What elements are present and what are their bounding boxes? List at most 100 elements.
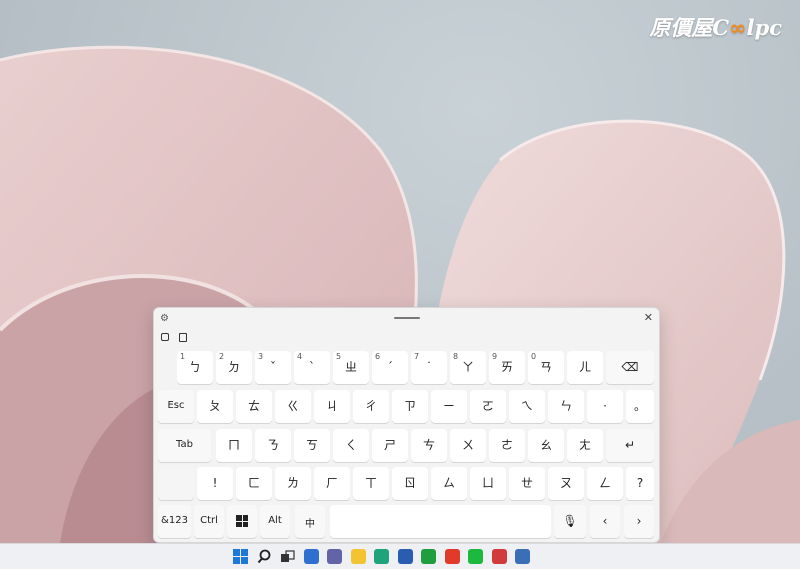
line-app-icon[interactable]	[468, 549, 483, 564]
touch-keyboard: ⚙ ✕ 1 ㄅ 2 ㄉ 3 ˇ 4 ˋ 5 ㄓ 6 ˊ 7 ˙ 8 ㄚ 9 ㄞ 0 ㄢㄦ ⌫ Esc ㄆ ㄊ ㄍ ㄐ ㄔ ㄗ ㄧ ㄛ ㄟ ㄣ ·…	[153, 307, 660, 543]
key-kperiod[interactable]: ㄡ	[548, 467, 584, 500]
key-kn[interactable]: ㄙ	[431, 467, 467, 500]
key-kspace[interactable]	[330, 505, 551, 538]
key-k5[interactable]: 5ㄓ	[333, 351, 369, 384]
key-kq[interactable]: ㄆ	[197, 390, 233, 423]
key-kquest[interactable]: ?	[626, 467, 654, 500]
key-k6[interactable]: 6ˊ	[372, 351, 408, 384]
key-kv[interactable]: ㄒ	[353, 467, 389, 500]
key-kl[interactable]: ㄠ	[528, 429, 564, 462]
key-kime[interactable]: 中	[295, 505, 325, 538]
key-kp[interactable]: ㄣ	[548, 390, 584, 423]
key-kwin[interactable]	[227, 505, 257, 538]
key-kminus[interactable]: ㄦ	[567, 351, 603, 384]
key-ka[interactable]: ㄇ	[216, 429, 252, 462]
key-kctrl[interactable]: Ctrl	[194, 505, 224, 538]
key-label: ㄜ	[500, 438, 513, 452]
key-kleft[interactable]: ‹	[590, 505, 620, 538]
key-label: ‹	[602, 514, 608, 528]
key-kexcl[interactable]: !	[197, 467, 233, 500]
key-k9[interactable]: 9ㄞ	[489, 351, 525, 384]
key-kr[interactable]: ㄐ	[314, 390, 350, 423]
key-kk[interactable]: ㄜ	[489, 429, 525, 462]
key-k2[interactable]: 2ㄉ	[216, 351, 252, 384]
watermark-text-lpc: lpc	[746, 15, 782, 40]
widgets-icon[interactable]	[303, 549, 319, 564]
keyboard-sticker-icon[interactable]	[161, 333, 169, 341]
key-label: ㄝ	[520, 476, 533, 490]
key-k8[interactable]: 8ㄚ	[450, 351, 486, 384]
key-kback[interactable]: ⌫	[606, 351, 654, 384]
key-kmic[interactable]: 🎙	[554, 505, 586, 538]
key-k0[interactable]: 0ㄢ	[528, 351, 564, 384]
key-km[interactable]: ㄩ	[470, 467, 506, 500]
key-label: Esc	[167, 400, 185, 411]
record-app-icon[interactable]	[491, 549, 507, 564]
key-kf[interactable]: ㄑ	[333, 429, 369, 462]
key-kc[interactable]: ㄏ	[314, 467, 350, 500]
key-label: ㄋ	[266, 438, 279, 452]
key-klb[interactable]: ·	[587, 390, 623, 423]
key-kt[interactable]: ㄔ	[353, 390, 389, 423]
key-kalt[interactable]: Alt	[260, 505, 290, 538]
key-label: ㄎ	[305, 438, 318, 452]
key-label: ·	[603, 399, 607, 413]
key-label: ㄛ	[481, 399, 494, 413]
file-explorer-icon[interactable]	[350, 549, 366, 564]
key-kh[interactable]: ㄘ	[411, 429, 447, 462]
key-ks[interactable]: ㄋ	[255, 429, 291, 462]
key-kj[interactable]: ㄨ	[450, 429, 486, 462]
key-ki[interactable]: ㄛ	[470, 390, 506, 423]
xbox-icon[interactable]	[421, 549, 436, 564]
key-krb[interactable]: 。	[626, 390, 654, 423]
key-label: ㄞ	[500, 360, 513, 374]
key-label: Alt	[268, 515, 282, 526]
key-label: 。	[633, 399, 646, 413]
key-label: ㄦ	[578, 360, 591, 374]
edge-icon[interactable]	[374, 549, 389, 564]
chat-icon[interactable]	[327, 549, 342, 564]
key-k7[interactable]: 7 ˙	[411, 351, 447, 384]
key-ko[interactable]: ㄟ	[509, 390, 545, 423]
key-ke[interactable]: ㄍ	[275, 390, 311, 423]
keyboard-settings-gear-icon[interactable]: ⚙	[160, 313, 169, 324]
key-label: ㄚ	[461, 360, 474, 374]
key-kb[interactable]: ㄖ	[392, 467, 428, 500]
key-ku[interactable]: ㄧ	[431, 390, 467, 423]
task-view-icon[interactable]	[280, 549, 295, 564]
key-kd[interactable]: ㄎ	[294, 429, 330, 462]
key-label: ㄈ	[247, 476, 260, 490]
key-kg[interactable]: ㄕ	[372, 429, 408, 462]
key-ky[interactable]: ㄗ	[392, 390, 428, 423]
watermark-text-chinese: 原價屋	[649, 15, 713, 40]
key-label: ›	[636, 514, 642, 528]
key-k1[interactable]: 1ㄅ	[177, 351, 213, 384]
start-icon[interactable]	[233, 549, 248, 564]
home-app-icon[interactable]	[444, 549, 460, 564]
keyboard-drag-handle[interactable]	[394, 317, 420, 319]
keyboard-close-icon[interactable]: ✕	[644, 311, 653, 324]
key-kesc[interactable]: Esc	[158, 390, 194, 423]
key-k123[interactable]: &123	[158, 505, 191, 538]
key-label: !	[212, 476, 218, 490]
key-k3[interactable]: 3ˇ	[255, 351, 291, 384]
store-icon[interactable]	[397, 549, 413, 564]
key-label: ㄥ	[598, 476, 611, 490]
key-kblank[interactable]	[158, 467, 194, 500]
key-k4[interactable]: 4ˋ	[294, 351, 330, 384]
key-label: ㄖ	[403, 476, 416, 490]
key-kcomma[interactable]: ㄝ	[509, 467, 545, 500]
key-label: ㄤ	[578, 438, 591, 452]
key-kslash[interactable]: ㄥ	[587, 467, 623, 500]
key-kw[interactable]: ㄊ	[236, 390, 272, 423]
key-label: 中	[305, 519, 315, 530]
key-ktab[interactable]: Tab	[158, 429, 211, 462]
key-ksemi[interactable]: ㄤ	[567, 429, 603, 462]
key-kenter[interactable]: ↵	[606, 429, 654, 462]
key-kx[interactable]: ㄌ	[275, 467, 311, 500]
key-kright[interactable]: ›	[624, 505, 654, 538]
calculator-icon[interactable]	[515, 549, 530, 564]
key-kz[interactable]: ㄈ	[236, 467, 272, 500]
keyboard-clipboard-icon[interactable]	[179, 333, 187, 342]
search-icon[interactable]	[257, 549, 272, 564]
